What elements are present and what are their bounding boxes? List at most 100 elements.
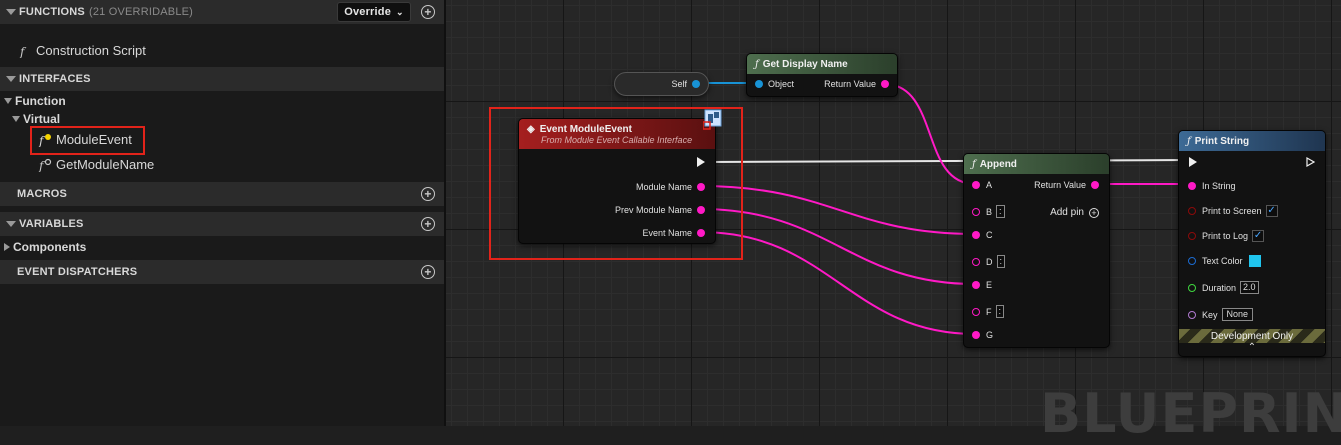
pin-label: Return Value — [1034, 180, 1086, 190]
add-variable-icon[interactable]: + — [421, 217, 435, 231]
interface-group-function[interactable]: Function — [4, 94, 66, 108]
function-icon: f — [38, 158, 52, 172]
components-label: Components — [13, 240, 87, 254]
append-pin-e[interactable]: E — [972, 280, 992, 290]
interface-subgroup-label: Virtual — [23, 112, 61, 126]
pin-label: In String — [1202, 181, 1236, 191]
interfaces-section-header[interactable]: INTERFACES — [0, 67, 444, 91]
append-return-pin[interactable]: Return Value — [1034, 180, 1099, 190]
float-pin-dot[interactable] — [1188, 283, 1196, 292]
key-pin[interactable]: Key None — [1188, 308, 1254, 321]
object-input-pin[interactable]: Object — [755, 79, 794, 89]
text-color-pin[interactable]: Text Color — [1188, 255, 1261, 267]
functions-title: FUNCTIONS — [19, 6, 85, 18]
checkbox-checked[interactable]: ✓ — [1252, 230, 1265, 242]
string-pin-dot[interactable] — [972, 331, 980, 339]
print-to-screen-pin[interactable]: Print to Screen ✓ — [1188, 205, 1278, 217]
add-function-icon[interactable]: + — [421, 5, 435, 19]
get-display-name-header[interactable]: ƒ Get Display Name — [747, 54, 897, 74]
node-title: Print String — [1194, 135, 1250, 147]
exec-input-pin[interactable] — [1189, 157, 1197, 167]
pin-label: E — [986, 280, 993, 290]
module-event-highlight — [30, 126, 145, 155]
variables-title: VARIABLES — [19, 218, 84, 230]
functions-section-header[interactable]: FUNCTIONS (21 OVERRIDABLE) Override ⌄ + — [0, 0, 444, 24]
string-pin-dot[interactable] — [972, 281, 980, 289]
function-icon: f — [19, 45, 27, 58]
macros-title: MACROS — [17, 188, 68, 200]
function-item-construction-script[interactable]: f Construction Script — [18, 43, 146, 58]
string-pin-dot[interactable] — [1091, 181, 1099, 189]
override-label: Override — [344, 6, 392, 18]
string-pin-dot[interactable] — [972, 181, 980, 189]
event-node-highlight — [489, 107, 743, 260]
variables-section-header[interactable]: VARIABLES + — [0, 212, 444, 236]
string-pin-dot[interactable] — [972, 207, 980, 216]
color-pin-dot[interactable] — [1188, 257, 1196, 265]
duration-pin[interactable]: Duration 2.0 — [1188, 281, 1259, 294]
pin-label: Return Value — [824, 79, 876, 89]
expand-arrow-icon[interactable] — [4, 243, 10, 251]
append-header[interactable]: ƒ Append — [964, 154, 1109, 174]
object-pin-dot[interactable] — [692, 80, 700, 88]
bool-pin-dot[interactable] — [1188, 207, 1196, 215]
append-pin-f[interactable]: F: — [972, 305, 1005, 318]
pin-label: A — [986, 180, 993, 190]
print-to-log-pin[interactable]: Print to Log ✓ — [1188, 230, 1265, 242]
string-pin-dot[interactable] — [972, 307, 980, 316]
interface-item-get-module-name[interactable]: f GetModuleName — [38, 157, 154, 172]
string-pin-dot[interactable] — [1188, 182, 1196, 190]
string-pin-dot[interactable] — [972, 231, 980, 239]
duration-field[interactable]: 2.0 — [1240, 281, 1259, 294]
pin-label: F — [986, 306, 992, 317]
expand-chevron-icon[interactable]: ⌃ — [1179, 342, 1325, 353]
text-field[interactable]: : — [996, 205, 1005, 218]
pin-label: C — [986, 230, 993, 240]
variables-group-components[interactable]: Components — [4, 240, 86, 254]
interfaces-title: INTERFACES — [19, 73, 91, 85]
append-pin-a[interactable]: A — [972, 180, 992, 190]
self-node[interactable]: Self — [614, 72, 709, 96]
override-dropdown[interactable]: Override ⌄ — [337, 2, 411, 22]
exec-pin-icon[interactable] — [1306, 157, 1315, 167]
checkbox-checked[interactable]: ✓ — [1265, 205, 1278, 217]
append-pin-c[interactable]: C — [972, 230, 993, 240]
append-pin-b[interactable]: B: — [972, 205, 1005, 218]
append-node[interactable]: ƒ Append A B: C D: E F: G Return Value A… — [963, 153, 1110, 348]
get-display-name-node[interactable]: ƒ Get Display Name Object Return Value — [746, 53, 898, 97]
print-string-header[interactable]: ƒ Print String — [1179, 131, 1325, 151]
object-pin-dot[interactable] — [755, 80, 763, 88]
in-string-pin[interactable]: In String — [1188, 181, 1236, 191]
dispatchers-title: EVENT DISPATCHERS — [17, 266, 138, 278]
color-swatch[interactable] — [1248, 255, 1261, 267]
add-pin-button[interactable]: Add pin + — [1050, 207, 1099, 218]
add-macro-icon[interactable]: + — [421, 187, 435, 201]
add-pin-icon[interactable]: + — [1089, 207, 1099, 218]
append-pin-d[interactable]: D: — [972, 255, 1006, 268]
text-field[interactable]: : — [996, 255, 1006, 268]
macros-section-header[interactable]: MACROS + — [0, 182, 444, 206]
interface-subgroup-virtual[interactable]: Virtual — [12, 112, 60, 126]
event-dispatchers-section-header[interactable]: EVENT DISPATCHERS + — [0, 260, 444, 284]
collapse-arrow-icon[interactable] — [6, 9, 16, 15]
expand-arrow-icon[interactable] — [12, 116, 20, 122]
text-field[interactable]: : — [995, 305, 1005, 318]
key-field[interactable]: None — [1221, 308, 1254, 321]
exec-output-pin[interactable] — [1306, 157, 1315, 167]
self-pin[interactable]: Self — [671, 79, 700, 89]
string-pin-dot[interactable] — [881, 80, 889, 88]
name-pin-dot[interactable] — [1188, 310, 1196, 319]
collapse-arrow-icon[interactable] — [6, 76, 16, 82]
string-pin-dot[interactable] — [972, 257, 980, 266]
exec-pin-icon[interactable] — [1189, 157, 1197, 167]
return-value-pin[interactable]: Return Value — [824, 79, 889, 89]
functions-count: (21 OVERRIDABLE) — [88, 6, 194, 18]
pin-label: Print to Screen — [1202, 206, 1262, 216]
print-string-node[interactable]: ƒ Print String In String Print to Screen… — [1178, 130, 1326, 357]
append-pin-g[interactable]: G — [972, 330, 993, 340]
collapse-arrow-icon[interactable] — [6, 221, 16, 227]
expand-arrow-icon[interactable] — [4, 98, 12, 104]
node-title: Append — [979, 158, 1017, 170]
add-dispatcher-icon[interactable]: + — [421, 265, 435, 279]
bool-pin-dot[interactable] — [1188, 232, 1196, 240]
